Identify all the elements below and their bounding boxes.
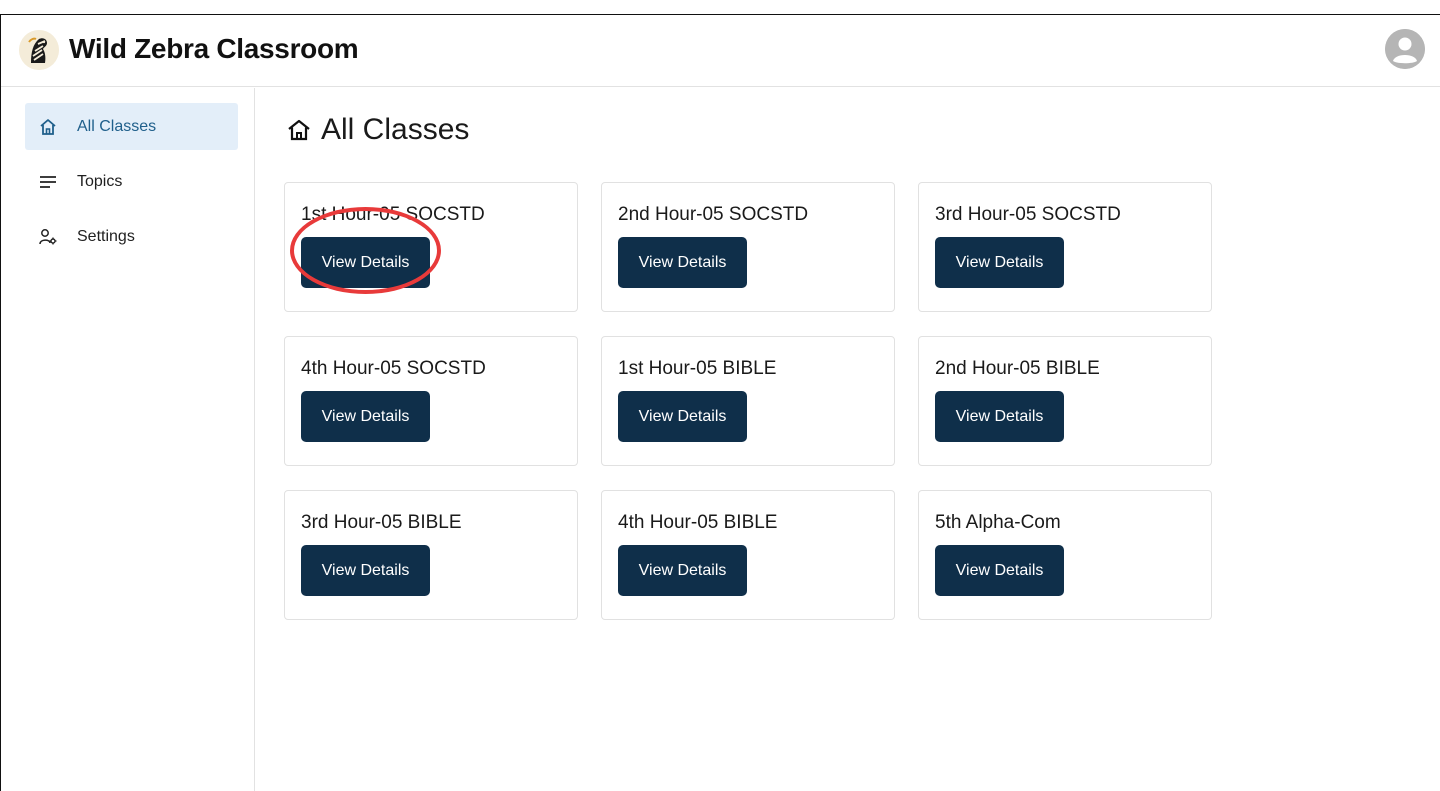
main-content: All Classes 1st Hour-05 SOCSTD View Deta… [256, 88, 1440, 791]
view-details-button[interactable]: View Details [935, 391, 1064, 442]
app-title: Wild Zebra Classroom [69, 33, 359, 64]
sidebar: All Classes Topics Settings [1, 88, 255, 791]
class-card: 4th Hour-05 BIBLE View Details [601, 490, 895, 620]
home-icon [287, 118, 311, 142]
sidebar-item-label: Topics [77, 173, 123, 190]
class-card: 1st Hour-05 BIBLE View Details [601, 336, 895, 466]
user-gear-icon [39, 228, 57, 246]
view-details-button[interactable]: View Details [618, 545, 747, 596]
class-card: 2nd Hour-05 SOCSTD View Details [601, 182, 895, 312]
sidebar-item-label: Settings [77, 228, 135, 245]
class-card: 1st Hour-05 SOCSTD View Details [284, 182, 578, 312]
class-title: 2nd Hour-05 BIBLE [935, 358, 1100, 379]
sidebar-item-topics[interactable]: Topics [25, 158, 238, 205]
view-details-button[interactable]: View Details [301, 545, 430, 596]
sidebar-item-all-classes[interactable]: All Classes [25, 103, 238, 150]
class-card: 2nd Hour-05 BIBLE View Details [918, 336, 1212, 466]
class-title: 5th Alpha-Com [935, 512, 1061, 533]
page-title: All Classes [321, 113, 470, 146]
class-title: 2nd Hour-05 SOCSTD [618, 204, 809, 225]
view-details-button[interactable]: View Details [301, 391, 430, 442]
lines-icon [39, 173, 57, 191]
class-card: 4th Hour-05 SOCSTD View Details [284, 336, 578, 466]
class-title: 3rd Hour-05 BIBLE [301, 512, 462, 533]
class-card: 3rd Hour-05 SOCSTD View Details [918, 182, 1212, 312]
home-icon [39, 118, 57, 136]
sidebar-item-settings[interactable]: Settings [25, 213, 238, 260]
view-details-button[interactable]: View Details [618, 237, 747, 288]
zebra-logo-icon[interactable] [19, 30, 59, 70]
view-details-button[interactable]: View Details [935, 545, 1064, 596]
class-title: 1st Hour-05 BIBLE [618, 358, 777, 379]
view-details-button[interactable]: View Details [301, 237, 430, 288]
class-card: 3rd Hour-05 BIBLE View Details [284, 490, 578, 620]
user-avatar-icon[interactable] [1385, 29, 1425, 69]
sidebar-item-label: All Classes [77, 118, 157, 135]
class-title: 1st Hour-05 SOCSTD [301, 204, 485, 225]
class-card: 5th Alpha-Com View Details [918, 490, 1212, 620]
class-title: 3rd Hour-05 SOCSTD [935, 204, 1121, 225]
class-title: 4th Hour-05 BIBLE [618, 512, 778, 533]
view-details-button[interactable]: View Details [618, 391, 747, 442]
app-window: Wild Zebra Classroom All Classes Topics … [0, 14, 1440, 791]
page-header: All Classes [287, 113, 469, 147]
class-title: 4th Hour-05 SOCSTD [301, 358, 486, 379]
view-details-button[interactable]: View Details [935, 237, 1064, 288]
top-bar: Wild Zebra Classroom [1, 15, 1440, 87]
